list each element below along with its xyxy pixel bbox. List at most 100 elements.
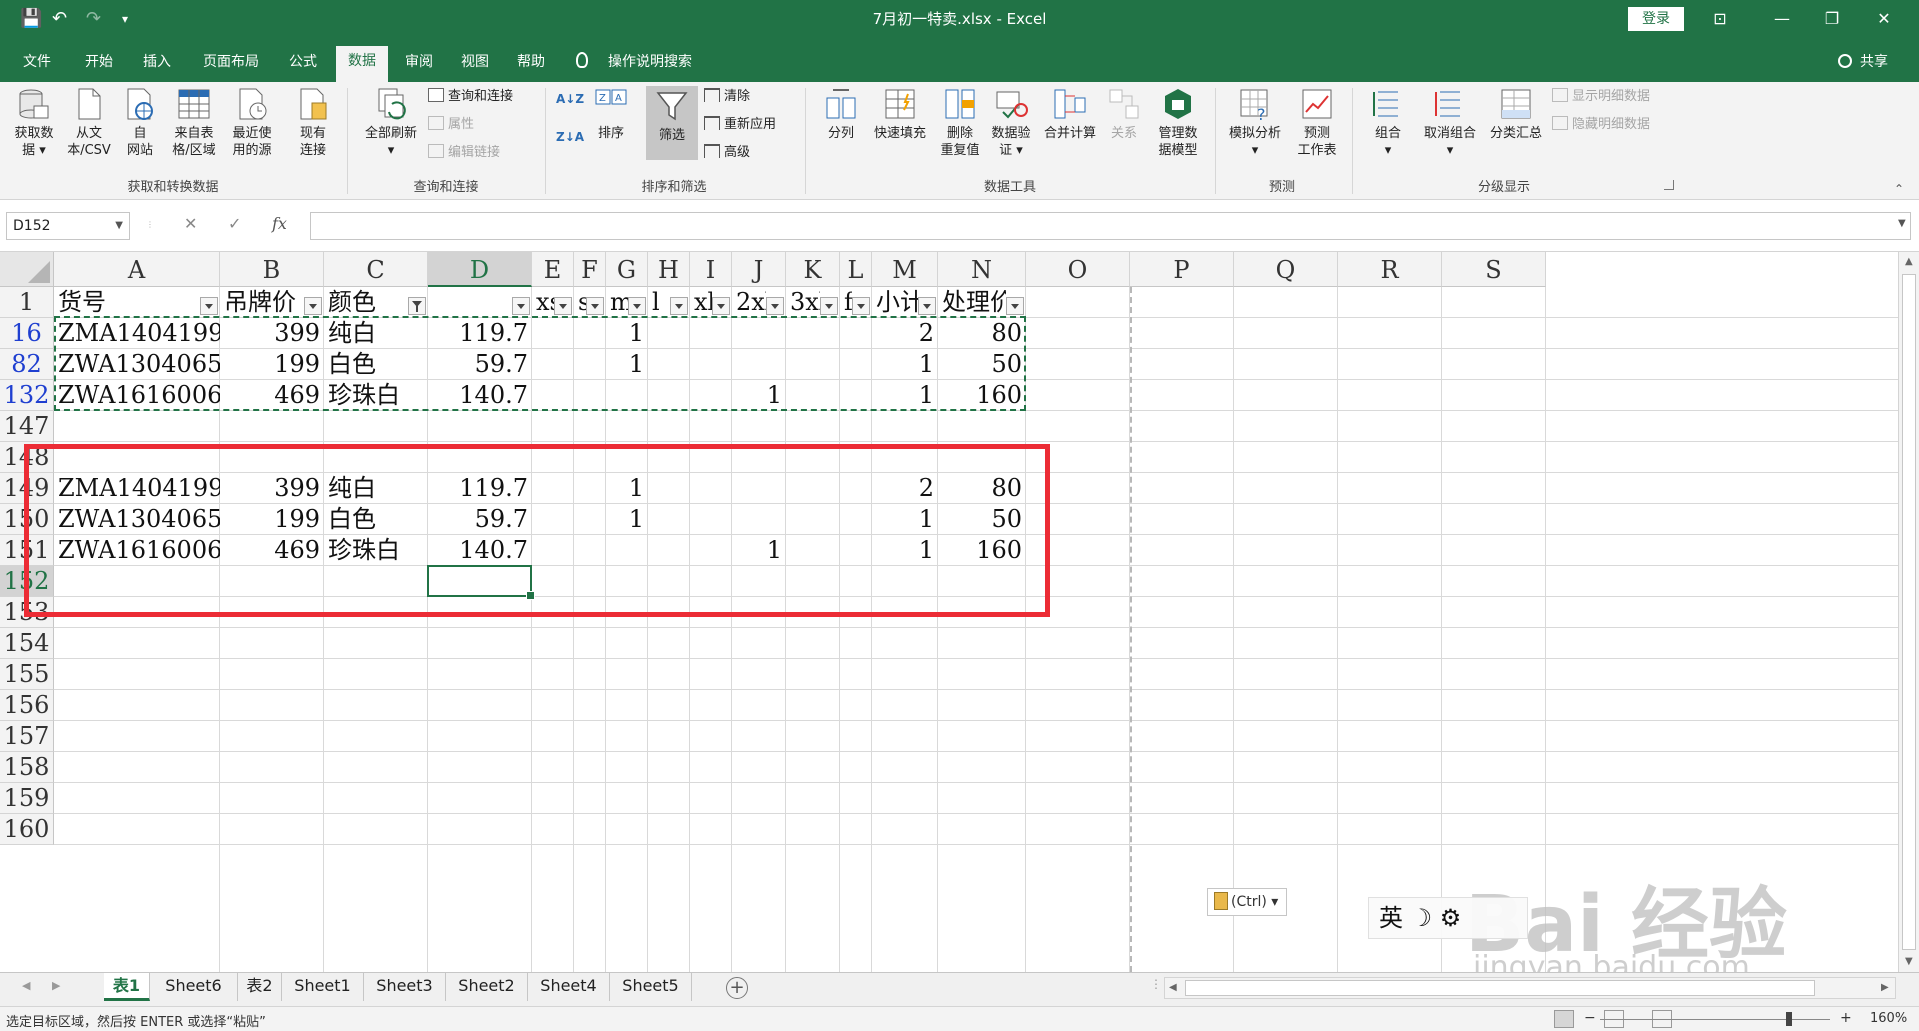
header-cell-c[interactable]: 颜色: [324, 287, 408, 318]
tell-me-search[interactable]: 操作说明搜索: [608, 50, 692, 74]
from-web-button[interactable]: 自 网站: [118, 86, 162, 159]
filter-dropdown-icon[interactable]: [712, 297, 730, 315]
cell-j151[interactable]: 1: [732, 535, 786, 566]
header-cell-k[interactable]: 3xl: [786, 287, 820, 318]
sort-button[interactable]: ZA 排序: [590, 86, 632, 142]
from-table-button[interactable]: 来自表 格/区域: [166, 86, 222, 159]
row-header-147[interactable]: 147: [0, 411, 54, 442]
cell-j132[interactable]: 1: [732, 380, 786, 411]
existing-connections-button[interactable]: 现有 连接: [288, 86, 338, 159]
cell-m149[interactable]: 2: [872, 473, 938, 504]
tab-review[interactable]: 审阅: [396, 50, 442, 82]
header-cell-i[interactable]: xl: [690, 287, 712, 318]
header-cell-h[interactable]: l: [648, 287, 670, 318]
hide-detail-button[interactable]: 隐藏明细数据: [1552, 116, 1650, 134]
header-cell-d[interactable]: [428, 287, 512, 318]
data-validation-button[interactable]: 数据验 证 ▾: [986, 86, 1036, 159]
sheet-tab-sheet1[interactable]: Sheet1: [282, 973, 364, 1001]
cell-c149[interactable]: 纯白: [324, 473, 428, 504]
scroll-up-icon[interactable]: ▲: [1905, 256, 1913, 267]
filter-dropdown-icon[interactable]: [670, 297, 688, 315]
row-header-158[interactable]: 158: [0, 752, 54, 783]
formula-input[interactable]: [310, 212, 1911, 240]
queries-connections-button[interactable]: 查询和连接: [428, 88, 513, 106]
column-header-f[interactable]: F: [574, 252, 606, 287]
cell-n16[interactable]: 80: [938, 318, 1026, 349]
cell-b151[interactable]: 469: [220, 535, 324, 566]
text-to-columns-button[interactable]: 分列: [818, 86, 864, 142]
cell-g149[interactable]: 1: [606, 473, 648, 504]
ungroup-button[interactable]: 取消组合 ▾: [1418, 86, 1482, 159]
column-header-p[interactable]: P: [1130, 252, 1234, 287]
scroll-right-icon[interactable]: ▶: [1881, 982, 1889, 993]
tab-home[interactable]: 开始: [76, 50, 122, 82]
filter-dropdown-icon[interactable]: [918, 297, 936, 315]
chevron-down-icon[interactable]: ▼: [115, 213, 123, 239]
sheet-tab-sheet6[interactable]: Sheet6: [150, 973, 238, 1001]
cell-a132[interactable]: ZWA1616006: [54, 380, 220, 411]
refresh-all-button[interactable]: 全部刷新 ▾: [356, 86, 426, 159]
drag-handle-icon[interactable]: ⋮: [146, 220, 154, 229]
cell-a150[interactable]: ZWA1304065: [54, 504, 220, 535]
row-header-151[interactable]: 151: [0, 535, 54, 566]
cell-a151[interactable]: ZWA1616006: [54, 535, 220, 566]
cell-c150[interactable]: 白色: [324, 504, 428, 535]
tab-split-handle-icon[interactable]: ⋮: [1150, 977, 1162, 991]
sheet-tab-sheet4[interactable]: Sheet4: [528, 973, 610, 1001]
show-detail-button[interactable]: 显示明细数据: [1552, 88, 1650, 106]
column-header-g[interactable]: G: [606, 252, 648, 287]
cell-d132[interactable]: 140.7: [428, 380, 532, 411]
cell-g150[interactable]: 1: [606, 504, 648, 535]
ribbon-display-options-icon[interactable]: ⊡: [1700, 4, 1740, 34]
cell-g132[interactable]: [606, 380, 648, 411]
ime-indicator[interactable]: 英 ☽ ⚙: [1368, 897, 1528, 939]
what-if-analysis-button[interactable]: ? 模拟分析 ▾: [1222, 86, 1288, 159]
sort-a-to-z-button[interactable]: A↓Z: [556, 90, 584, 108]
select-all-button[interactable]: [0, 252, 54, 287]
header-cell-n[interactable]: 处理价: [938, 287, 1006, 318]
tab-page-layout[interactable]: 页面布局: [194, 50, 268, 82]
column-header-l[interactable]: L: [840, 252, 872, 287]
flash-fill-button[interactable]: 快速填充: [868, 86, 932, 142]
filter-dropdown-icon[interactable]: [512, 297, 530, 315]
zoom-in-icon[interactable]: +: [1840, 1010, 1852, 1026]
name-box[interactable]: D152 ▼: [6, 212, 130, 240]
sheet-tab-sheet2[interactable]: Sheet2: [446, 973, 528, 1001]
filter-dropdown-icon[interactable]: [200, 297, 218, 315]
column-header-r[interactable]: R: [1338, 252, 1442, 287]
minimize-button[interactable]: —: [1762, 4, 1802, 34]
tab-help[interactable]: 帮助: [508, 50, 554, 82]
tab-view[interactable]: 视图: [452, 50, 498, 82]
active-cell-d152[interactable]: [427, 565, 535, 600]
cell-m151[interactable]: 1: [872, 535, 938, 566]
maximize-button[interactable]: ❐: [1812, 4, 1852, 34]
cell-d151[interactable]: 140.7: [428, 535, 532, 566]
cell-a149[interactable]: ZMA1404199: [54, 473, 220, 504]
header-cell-e[interactable]: xs: [532, 287, 554, 318]
column-header-m[interactable]: M: [872, 252, 938, 287]
manage-data-model-button[interactable]: 管理数 据模型: [1150, 86, 1206, 159]
sheet-tab-sheet3[interactable]: Sheet3: [364, 973, 446, 1001]
column-header-q[interactable]: Q: [1234, 252, 1338, 287]
filter-dropdown-icon[interactable]: [766, 297, 784, 315]
cell-j82[interactable]: [732, 349, 786, 380]
insert-function-icon[interactable]: fx: [272, 214, 287, 233]
filter-dropdown-icon[interactable]: [408, 297, 426, 315]
dialog-launcher-icon[interactable]: [1664, 180, 1674, 190]
row-header-153[interactable]: 153: [0, 597, 54, 628]
enter-icon[interactable]: ✓: [228, 214, 241, 233]
cell-n151[interactable]: 160: [938, 535, 1026, 566]
horizontal-scroll-thumb[interactable]: [1185, 980, 1815, 996]
column-header-b[interactable]: B: [220, 252, 324, 287]
cell-g151[interactable]: [606, 535, 648, 566]
cell-m150[interactable]: 1: [872, 504, 938, 535]
filter-dropdown-icon[interactable]: [820, 297, 838, 315]
forecast-sheet-button[interactable]: 预测 工作表: [1292, 86, 1342, 159]
column-header-i[interactable]: I: [690, 252, 732, 287]
tab-file[interactable]: 文件: [14, 50, 60, 82]
remove-duplicates-button[interactable]: 删除 重复值: [934, 86, 986, 159]
row-header-132[interactable]: 132: [0, 380, 54, 411]
zoom-level[interactable]: 160%: [1870, 1011, 1907, 1026]
tab-scroll-left-icon[interactable]: ◀: [22, 979, 30, 992]
cell-a16[interactable]: ZMA1404199: [54, 318, 220, 349]
